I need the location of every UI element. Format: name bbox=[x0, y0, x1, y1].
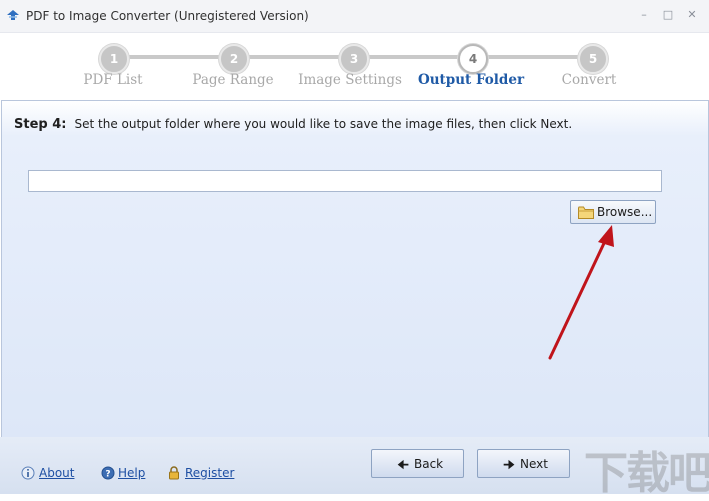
step-title: Step 4: bbox=[14, 117, 67, 132]
maximize-icon[interactable]: □ bbox=[661, 8, 675, 22]
step-5-label: Convert bbox=[561, 72, 617, 88]
arrow-left-icon: 🠈 bbox=[397, 458, 410, 473]
watermark-logo: 下载吧 bbox=[584, 448, 709, 499]
title-bar[interactable]: PDF to Image Converter (Unregistered Ver… bbox=[0, 0, 709, 33]
step-5-circle: 5 bbox=[578, 44, 608, 74]
info-icon bbox=[21, 466, 35, 480]
browse-button[interactable]: Browse... bbox=[570, 200, 656, 224]
about-link[interactable]: About bbox=[39, 466, 74, 480]
lock-icon bbox=[169, 466, 179, 480]
register-link[interactable]: Register bbox=[185, 466, 234, 480]
next-button-label: Next bbox=[520, 457, 548, 471]
step-instruction: Step 4: Set the output folder where you w… bbox=[14, 117, 572, 132]
step-2-circle: 2 bbox=[219, 44, 249, 74]
step-1-circle: 1 bbox=[99, 44, 129, 74]
step-3-circle: 3 bbox=[339, 44, 369, 74]
app-window: PDF to Image Converter (Unregistered Ver… bbox=[0, 0, 709, 499]
window-title: PDF to Image Converter (Unregistered Ver… bbox=[26, 9, 309, 23]
step-4-circle: 4 bbox=[458, 44, 488, 74]
back-button[interactable]: 🠈 Back bbox=[371, 449, 464, 478]
close-icon[interactable]: ✕ bbox=[685, 8, 699, 22]
browse-button-label: Browse... bbox=[597, 205, 653, 219]
annotation-arrow-icon bbox=[548, 225, 614, 360]
step-content-panel: Step 4: Set the output folder where you w… bbox=[1, 100, 709, 438]
wizard-steps: 1 PDF List 2 Page Range 3 Image Settings… bbox=[0, 33, 709, 99]
next-button[interactable]: 🠊 Next bbox=[477, 449, 570, 478]
step-3-label: Image Settings bbox=[298, 72, 402, 88]
step-1-label: PDF List bbox=[83, 72, 143, 88]
minimize-icon[interactable]: – bbox=[637, 8, 651, 22]
svg-text:?: ? bbox=[105, 470, 110, 480]
help-icon: ? bbox=[101, 466, 115, 480]
help-link[interactable]: Help bbox=[118, 466, 145, 480]
back-button-label: Back bbox=[414, 457, 444, 471]
app-logo-icon bbox=[7, 10, 19, 20]
output-folder-input[interactable] bbox=[28, 170, 662, 192]
arrow-right-icon: 🠊 bbox=[503, 458, 516, 473]
instruction-text: Set the output folder where you would li… bbox=[74, 117, 573, 131]
folder-icon bbox=[578, 206, 594, 219]
